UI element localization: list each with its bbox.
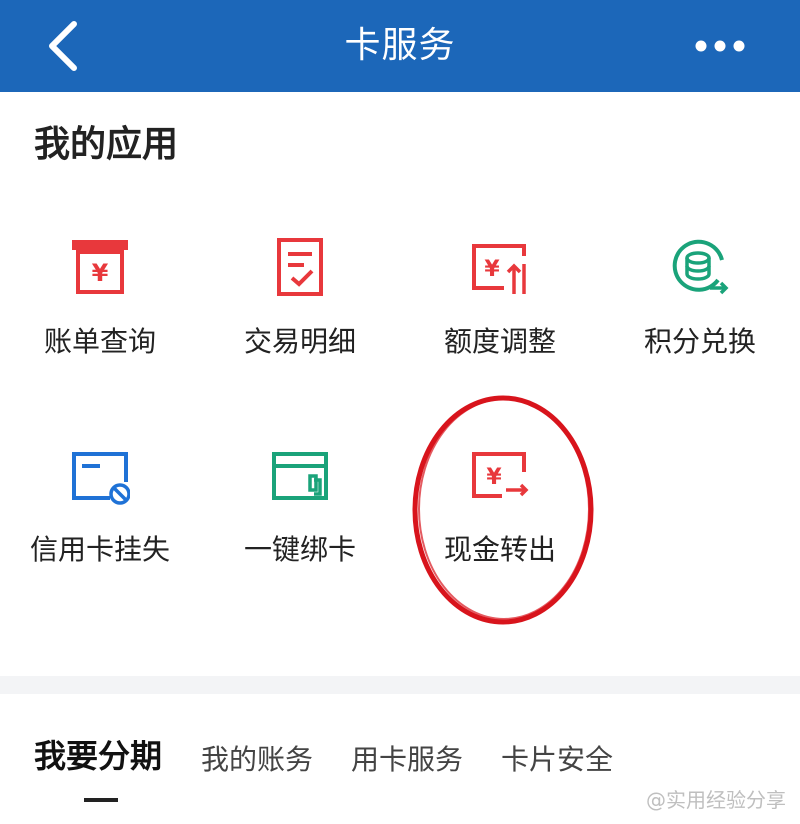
svg-text:¥: ¥ xyxy=(92,259,109,287)
tab-installment[interactable]: 我要分期 xyxy=(34,734,162,778)
app-header: 卡服务 xyxy=(0,0,800,92)
active-tab-indicator xyxy=(84,798,118,802)
bill-inquiry-icon: ¥ xyxy=(72,240,128,294)
transaction-detail-icon xyxy=(277,238,323,296)
app-item-label: 交易明细 xyxy=(243,325,356,358)
app-item-label: 信用卡挂失 xyxy=(29,533,170,566)
my-apps-title: 我的应用 xyxy=(34,124,179,165)
app-item-label: 积分兑换 xyxy=(643,325,756,358)
more-dots-icon xyxy=(695,40,745,52)
tab-my-account[interactable]: 我的账务 xyxy=(201,738,313,782)
app-item-label: 账单查询 xyxy=(43,325,156,358)
highlight-ring xyxy=(412,395,594,625)
page-title: 卡服务 xyxy=(344,25,456,66)
bind-card-icon xyxy=(272,452,328,500)
watermark: @实用经验分享 xyxy=(646,788,786,812)
app-item-bind-card[interactable]: 一键绑卡 xyxy=(200,446,400,606)
svg-text:¥: ¥ xyxy=(484,257,500,282)
app-item-limit-adjust[interactable]: ¥ 额度调整 xyxy=(400,238,600,398)
app-item-label: 一键绑卡 xyxy=(243,533,356,566)
limit-adjust-icon: ¥ xyxy=(472,244,526,294)
points-exchange-icon xyxy=(672,239,729,295)
tab-card-service[interactable]: 用卡服务 xyxy=(351,738,463,782)
app-item-transaction-detail[interactable]: 交易明细 xyxy=(200,238,400,398)
app-item-card-report-loss[interactable]: 信用卡挂失 xyxy=(0,446,200,606)
app-item-points-exchange[interactable]: 积分兑换 xyxy=(600,238,800,398)
section-divider xyxy=(0,676,800,694)
more-button[interactable] xyxy=(692,34,748,58)
card-report-loss-icon xyxy=(72,452,130,505)
tab-card-security[interactable]: 卡片安全 xyxy=(501,738,613,782)
app-item-bill-inquiry[interactable]: ¥ 账单查询 xyxy=(0,238,200,398)
app-item-label: 额度调整 xyxy=(443,325,556,358)
